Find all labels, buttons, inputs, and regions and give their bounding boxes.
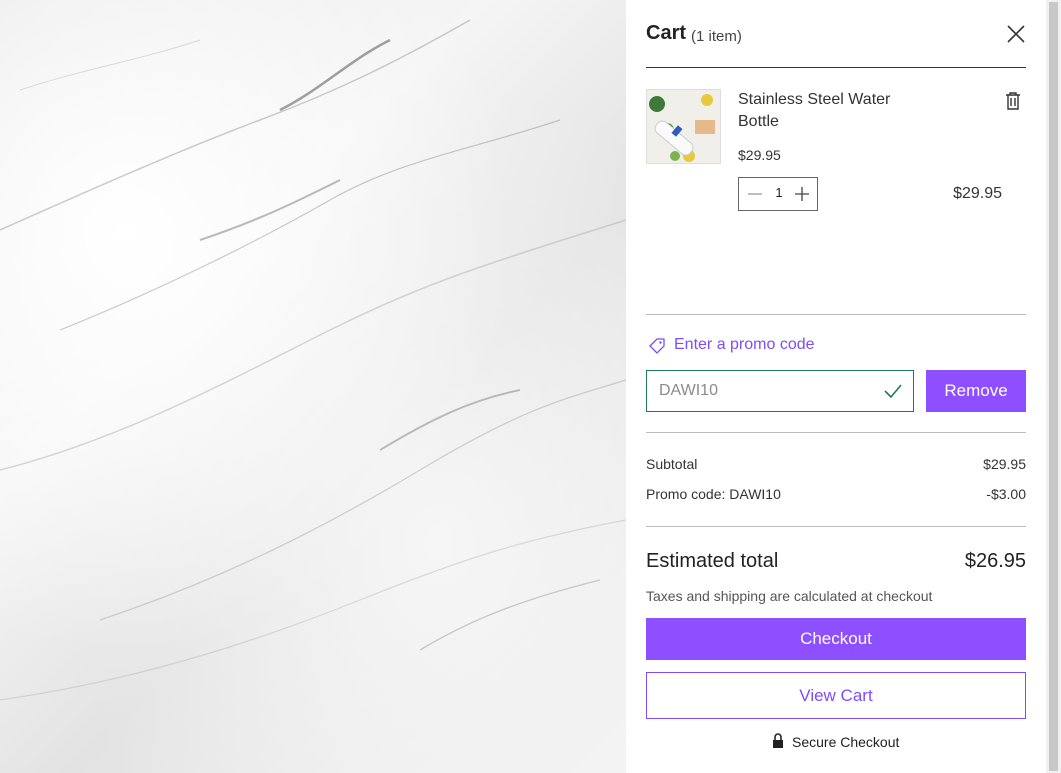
cart-line-item: Stainless Steel Water Bottle $29.95 1 $2… bbox=[646, 89, 1026, 219]
scrollbar-thumb[interactable] bbox=[1049, 2, 1058, 771]
check-icon bbox=[884, 384, 902, 399]
promo-discount-label: Promo code: DAWI10 bbox=[646, 486, 781, 502]
water-bottle-image bbox=[647, 90, 720, 163]
product-thumbnail[interactable] bbox=[646, 89, 721, 164]
subtotal-label: Subtotal bbox=[646, 456, 698, 472]
tag-icon bbox=[649, 338, 665, 354]
remove-promo-button[interactable]: Remove bbox=[926, 370, 1026, 412]
product-unit-price: $29.95 bbox=[738, 147, 781, 163]
view-cart-button[interactable]: View Cart bbox=[646, 672, 1026, 719]
product-name[interactable]: Stainless Steel Water Bottle bbox=[738, 89, 918, 133]
cart-header: Cart (1 item) bbox=[646, 20, 1026, 68]
promo-code-input[interactable] bbox=[646, 370, 914, 412]
cart-item-count: (1 item) bbox=[691, 28, 742, 45]
quantity-stepper: 1 bbox=[738, 177, 818, 211]
estimated-total-value: $26.95 bbox=[964, 550, 1026, 572]
divider bbox=[646, 314, 1026, 315]
line-total: $29.95 bbox=[953, 185, 1002, 202]
secure-checkout-label: Secure Checkout bbox=[792, 734, 900, 750]
divider bbox=[646, 526, 1026, 527]
minus-icon[interactable] bbox=[745, 184, 765, 204]
cart-panel: Cart (1 item) Stainless Steel Water Bott… bbox=[626, 0, 1046, 773]
promo-code-label: Enter a promo code bbox=[674, 336, 815, 353]
trash-icon[interactable] bbox=[1004, 91, 1022, 111]
close-icon[interactable] bbox=[1006, 24, 1026, 44]
divider bbox=[646, 432, 1026, 433]
quantity-value[interactable]: 1 bbox=[769, 185, 789, 200]
plus-icon[interactable] bbox=[792, 184, 812, 204]
promo-discount-value: -$3.00 bbox=[986, 486, 1026, 502]
marble-background bbox=[0, 0, 626, 773]
subtotal-value: $29.95 bbox=[983, 456, 1026, 472]
estimated-total-label: Estimated total bbox=[646, 550, 779, 572]
marble-veins bbox=[0, 19, 626, 701]
cart-title: Cart bbox=[646, 22, 687, 44]
tax-note: Taxes and shipping are calculated at che… bbox=[646, 588, 933, 604]
lock-icon bbox=[773, 733, 783, 748]
checkout-button[interactable]: Checkout bbox=[646, 618, 1026, 660]
